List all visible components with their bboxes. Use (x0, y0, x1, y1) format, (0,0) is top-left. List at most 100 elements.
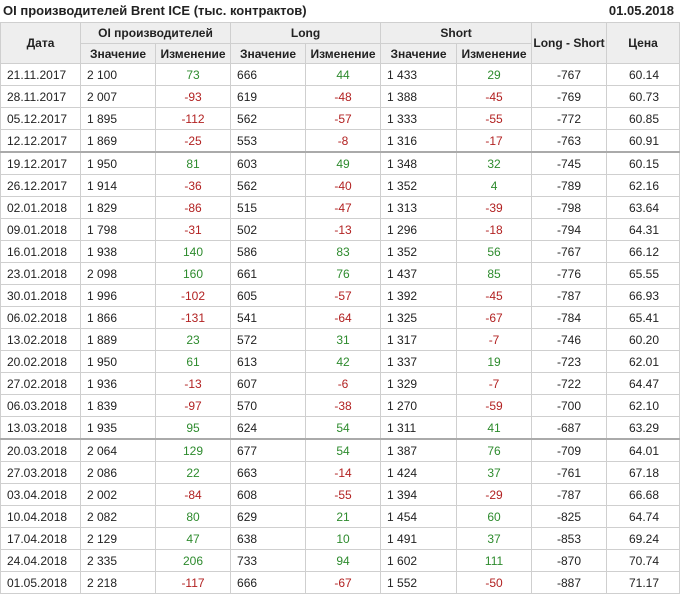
cell-short-change: 41 (456, 416, 533, 440)
cell-oi-change: 80 (154, 505, 232, 528)
cell-long-change: -38 (305, 394, 382, 417)
table-row: 13.03.2018 1 935 95 624 54 1 311 41 -687 63.29 (0, 416, 680, 440)
cell-long-value: 502 (230, 218, 307, 241)
cell-date: 30.01.2018 (0, 284, 81, 307)
cell-oi-change: 61 (154, 350, 232, 373)
cell-long-change: 76 (305, 262, 382, 285)
cell-oi-change: 160 (154, 262, 232, 285)
table-row: 10.04.2018 2 082 80 629 21 1 454 60 -825 64.74 (0, 505, 680, 528)
table-row: 26.12.2017 1 914 -36 562 -40 1 352 4 -789 62.16 (0, 174, 680, 197)
cell-oi-value: 1 950 (80, 151, 156, 175)
cell-long-short: -745 (531, 151, 608, 175)
cell-short-value: 1 270 (380, 394, 458, 417)
cell-short-value: 1 433 (380, 63, 458, 86)
cell-long-change: -67 (305, 571, 382, 594)
table-row: 01.05.2018 2 218 -117 666 -67 1 552 -50 -887 71.… (0, 571, 680, 594)
cell-date: 26.12.2017 (0, 174, 81, 197)
cell-short-change: 111 (456, 549, 533, 572)
cell-short-change: -45 (456, 284, 533, 307)
cell-date: 16.01.2018 (0, 240, 81, 263)
cell-short-value: 1 602 (380, 549, 458, 572)
cell-oi-change: -93 (154, 85, 232, 108)
cell-long-value: 666 (230, 571, 307, 594)
title-bar: OI производителей Brent ICE (тыс. контра… (0, 0, 680, 22)
cell-long-short: -687 (531, 416, 608, 440)
table-row: 06.03.2018 1 839 -97 570 -38 1 270 -59 -700 62.1… (0, 394, 680, 417)
cell-long-change: 94 (305, 549, 382, 572)
cell-long-change: -57 (305, 107, 382, 130)
table-row: 24.04.2018 2 335 206 733 94 1 602 111 -870 70.74 (0, 549, 680, 572)
cell-date: 03.04.2018 (0, 483, 81, 506)
cell-short-value: 1 296 (380, 218, 458, 241)
cell-short-change: -29 (456, 483, 533, 506)
cell-long-change: 54 (305, 438, 382, 462)
cell-price: 71.17 (606, 571, 680, 594)
cell-long-short: -761 (531, 461, 608, 484)
cell-oi-value: 1 839 (80, 394, 156, 417)
cell-long-short: -700 (531, 394, 608, 417)
cell-long-change: -48 (305, 85, 382, 108)
col-group-oi: OI производителей (79, 22, 232, 44)
table-row: 03.04.2018 2 002 -84 608 -55 1 394 -29 -787 66.6… (0, 483, 680, 506)
cell-short-value: 1 552 (380, 571, 458, 594)
cell-oi-change: 22 (154, 461, 232, 484)
cell-long-change: 83 (305, 240, 382, 263)
cell-long-short: -709 (531, 438, 608, 462)
cell-short-value: 1 352 (380, 174, 458, 197)
cell-oi-change: -117 (154, 571, 232, 594)
cell-oi-change: 206 (154, 549, 232, 572)
cell-short-value: 1 394 (380, 483, 458, 506)
cell-long-short: -767 (531, 240, 608, 263)
cell-oi-value: 1 889 (80, 328, 156, 351)
cell-long-change: -13 (305, 218, 382, 241)
table-row: 27.03.2018 2 086 22 663 -14 1 424 37 -761 67.18 (0, 461, 680, 484)
cell-long-change: -47 (305, 196, 382, 219)
cell-price: 64.31 (606, 218, 680, 241)
cell-oi-value: 1 866 (80, 306, 156, 329)
table-row: 16.01.2018 1 938 140 586 83 1 352 56 -767 66.12 (0, 240, 680, 263)
cell-price: 64.01 (606, 438, 680, 462)
cell-price: 60.73 (606, 85, 680, 108)
cell-long-short: -763 (531, 129, 608, 153)
cell-short-value: 1 348 (380, 151, 458, 175)
cell-long-short: -769 (531, 85, 608, 108)
cell-long-value: 638 (230, 527, 307, 550)
cell-long-short: -794 (531, 218, 608, 241)
cell-short-change: -45 (456, 85, 533, 108)
cell-long-value: 570 (230, 394, 307, 417)
cell-long-short: -887 (531, 571, 608, 594)
cell-date: 19.12.2017 (0, 151, 81, 175)
cell-date: 02.01.2018 (0, 196, 81, 219)
table-row: 27.02.2018 1 936 -13 607 -6 1 329 -7 -722 64.47 (0, 372, 680, 395)
table-row: 21.11.2017 2 100 73 666 44 1 433 29 -767 60.14 (0, 63, 680, 86)
table-row: 13.02.2018 1 889 23 572 31 1 317 -7 -746 60.20 (0, 328, 680, 351)
cell-short-value: 1 333 (380, 107, 458, 130)
cell-short-change: -39 (456, 196, 533, 219)
cell-price: 70.74 (606, 549, 680, 572)
cell-oi-change: -112 (154, 107, 232, 130)
cell-oi-change: 95 (154, 416, 232, 440)
cell-long-value: 541 (230, 306, 307, 329)
cell-date: 13.03.2018 (0, 416, 81, 440)
cell-long-change: -55 (305, 483, 382, 506)
cell-short-change: 56 (456, 240, 533, 263)
cell-long-value: 553 (230, 129, 307, 153)
col-header-long-change: Изменение (305, 43, 382, 64)
col-header-short-change: Изменение (456, 43, 533, 64)
cell-price: 62.01 (606, 350, 680, 373)
cell-long-short: -789 (531, 174, 608, 197)
col-header-long-short: Long - Short (531, 22, 608, 64)
cell-short-value: 1 437 (380, 262, 458, 285)
cell-oi-value: 1 936 (80, 372, 156, 395)
cell-long-change: -8 (305, 129, 382, 153)
cell-long-short: -787 (531, 284, 608, 307)
cell-long-value: 605 (230, 284, 307, 307)
cell-short-value: 1 387 (380, 438, 458, 462)
cell-oi-value: 2 218 (80, 571, 156, 594)
cell-long-change: 44 (305, 63, 382, 86)
cell-long-change: 54 (305, 416, 382, 440)
cell-long-value: 572 (230, 328, 307, 351)
cell-date: 28.11.2017 (0, 85, 81, 108)
cell-price: 63.64 (606, 196, 680, 219)
cell-price: 66.12 (606, 240, 680, 263)
